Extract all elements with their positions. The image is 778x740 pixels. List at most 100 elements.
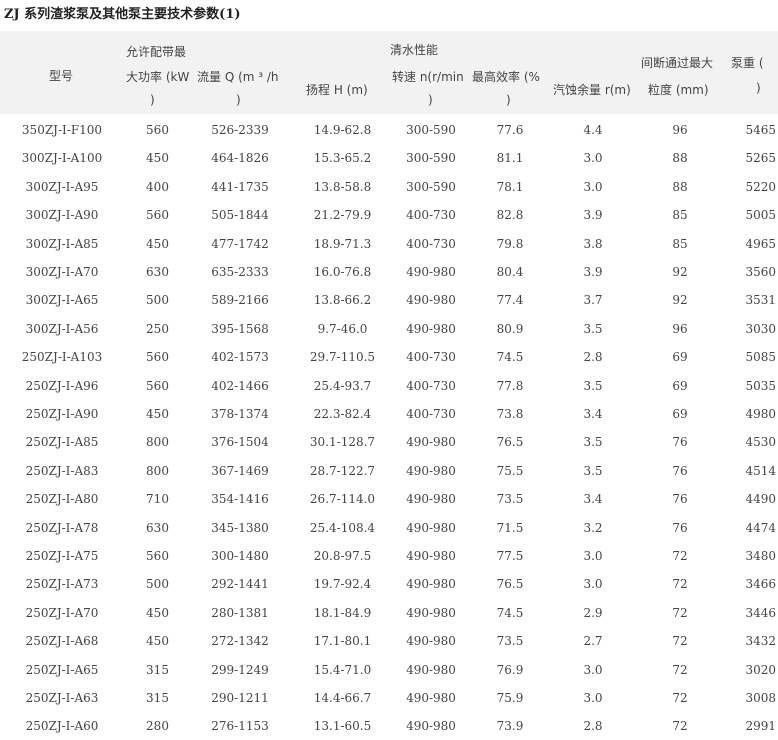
head-cell: 13.1-60.5 [313,719,372,734]
weight-cell: 5465 [745,123,776,137]
weight-cell: 4490 [745,492,776,507]
power-cell: 560 [146,378,169,393]
weight-cell: 4530 [745,435,776,450]
flow-cell: 367-1469 [211,463,269,478]
model-cell: 300ZJ-I-A65 [25,293,99,308]
header-head: 扬程 H (m) [306,83,368,97]
particle-size-cell: 72 [672,691,688,705]
model-cell: 250ZJ-I-A78 [25,520,99,535]
efficiency-cell: 82.8 [496,208,524,223]
model-cell: 350ZJ-I-F100 [21,123,103,137]
model-cell: 250ZJ-I-A83 [25,463,99,478]
flow-cell: 290-1211 [211,691,269,705]
table-row: 250ZJ-I-A75 560 300-1480 20.8-97.5 490-980 77… [0,542,778,570]
power-cell: 800 [146,435,169,450]
model-cell: 250ZJ-I-A75 [25,549,99,563]
header-eff-bot: ) [506,93,511,107]
efficiency-cell: 76.9 [496,662,524,677]
power-cell: 450 [146,634,169,649]
efficiency-cell: 73.9 [496,719,524,734]
table-row: 300ZJ-I-A70 630 635-2333 16.0-76.8 490-980 80… [0,258,778,286]
speed-cell: 490-980 [406,321,456,336]
table-row: 300ZJ-I-A95 400 441-1735 13.8-58.8 300-590 78… [0,173,778,201]
speed-cell: 490-980 [406,605,456,620]
header-speed-bot: ) [428,93,433,107]
power-cell: 560 [146,549,169,563]
table-row: 250ZJ-I-A85 800 376-1504 30.1-128.7 490-980 7… [0,428,778,456]
speed-cell: 400-730 [406,350,456,365]
npsh-cell: 2.8 [583,719,603,734]
power-cell: 315 [146,691,169,705]
flow-cell: 441-1735 [211,179,269,194]
speed-cell: 490-980 [406,293,456,308]
model-cell: 250ZJ-I-A65 [25,662,99,677]
npsh-cell: 2.7 [583,634,603,649]
weight-cell: 3466 [745,577,776,592]
head-cell: 15.4-71.0 [313,662,372,677]
head-cell: 16.0-76.8 [313,265,372,279]
table-row: 250ZJ-I-A78 630 345-1380 25.4-108.4 490-980 7… [0,514,778,542]
npsh-cell: 3.8 [583,236,603,251]
particle-size-cell: 72 [672,577,688,592]
header-particle-bot: 粒度 (mm) [648,83,709,97]
model-cell: 250ZJ-I-A103 [21,350,103,365]
npsh-cell: 3.2 [583,520,603,535]
head-cell: 18.1-84.9 [313,605,372,620]
npsh-cell: 2.8 [583,350,603,365]
weight-cell: 3446 [745,605,776,620]
model-cell: 300ZJ-I-A95 [25,179,99,194]
npsh-cell: 3.0 [583,577,603,592]
weight-cell: 5085 [745,350,776,365]
header-eff-top: 最高效率 (% [472,70,540,84]
table-row: 250ZJ-I-A63 315 290-1211 14.4-66.7 490-980 75… [0,684,778,712]
weight-cell: 3560 [745,265,776,279]
model-cell: 250ZJ-I-A63 [25,691,99,705]
head-cell: 25.4-108.4 [309,520,376,535]
npsh-cell: 3.4 [583,407,603,421]
power-cell: 800 [146,463,169,478]
head-cell: 13.8-66.2 [313,293,372,308]
speed-cell: 400-730 [406,378,456,393]
npsh-cell: 3.5 [583,463,603,478]
head-cell: 22.3-82.4 [313,407,372,421]
npsh-cell: 3.0 [583,549,603,563]
head-cell: 20.8-97.5 [313,549,372,563]
flow-cell: 300-1480 [211,549,269,563]
flow-cell: 272-1342 [211,634,269,649]
model-cell: 250ZJ-I-A60 [25,719,99,734]
power-cell: 400 [146,179,169,194]
head-cell: 14.9-62.8 [313,123,372,137]
npsh-cell: 3.5 [583,321,603,336]
speed-cell: 300-590 [406,151,456,166]
flow-cell: 292-1441 [211,577,269,592]
power-cell: 250 [146,321,169,336]
efficiency-cell: 75.9 [496,691,524,705]
npsh-cell: 3.5 [583,435,603,450]
efficiency-cell: 75.5 [496,463,524,478]
model-cell: 300ZJ-I-A85 [25,236,99,251]
weight-cell: 3020 [745,662,776,677]
flow-cell: 505-1844 [211,208,269,223]
table-row: 300ZJ-I-A90 560 505-1844 21.2-79.9 400-730 82… [0,201,778,229]
table-row: 250ZJ-I-A80 710 354-1416 26.7-114.0 490-980 7… [0,485,778,513]
efficiency-cell: 77.8 [496,378,524,393]
model-cell: 250ZJ-I-A85 [25,435,99,450]
weight-cell: 3030 [745,321,776,336]
weight-cell: 3008 [745,691,776,705]
efficiency-cell: 79.8 [496,236,524,251]
efficiency-cell: 77.6 [496,123,524,137]
head-cell: 17.1-80.1 [313,634,372,649]
head-cell: 30.1-128.7 [309,435,376,450]
efficiency-cell: 76.5 [496,435,524,450]
flow-cell: 376-1504 [211,435,269,450]
weight-cell: 3531 [745,293,776,308]
efficiency-cell: 76.5 [496,577,524,592]
table-row: 300ZJ-I-A56 250 395-1568 9.7-46.0 490-980 80.… [0,315,778,343]
table-row: 250ZJ-I-A73 500 292-1441 19.7-92.4 490-980 76… [0,570,778,598]
model-cell: 250ZJ-I-A80 [25,492,99,507]
weight-cell: 2991 [745,719,776,734]
particle-size-cell: 72 [672,662,688,677]
particle-size-cell: 96 [672,321,688,336]
header-npsh: 汽蚀余量 r(m) [553,83,631,97]
head-cell: 19.7-92.4 [313,577,372,592]
